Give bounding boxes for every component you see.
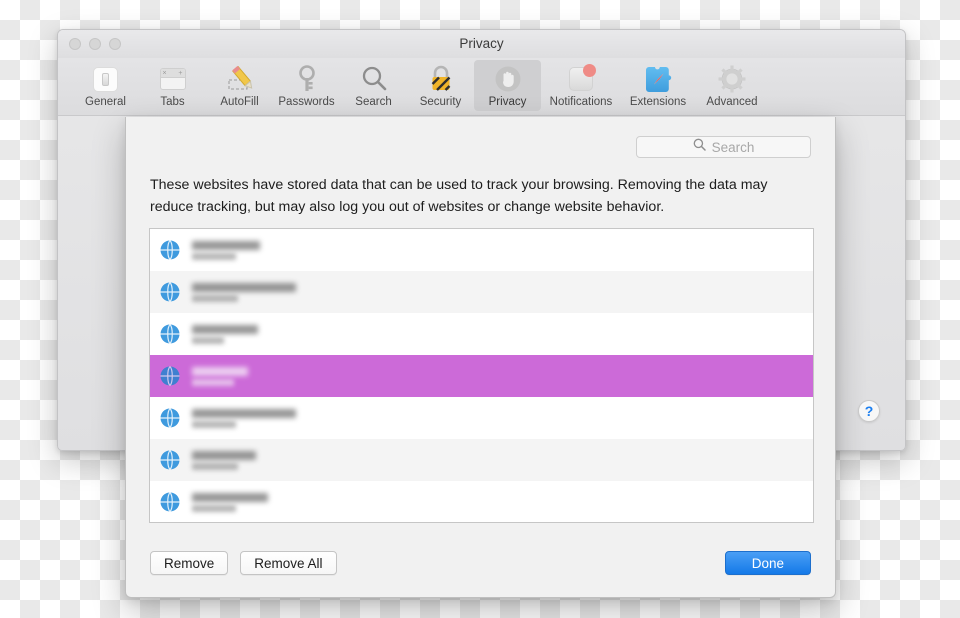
list-item-title-redacted xyxy=(192,324,258,334)
list-item-text xyxy=(192,240,260,260)
toolbar-item-passwords[interactable]: Passwords xyxy=(273,60,340,111)
toolbar-label-tabs: Tabs xyxy=(160,96,185,108)
toolbar-item-autofill[interactable]: AutoFill xyxy=(206,60,273,111)
list-item-detail-redacted xyxy=(192,504,236,512)
toolbar-item-general[interactable]: General xyxy=(72,60,139,111)
list-item-title-redacted xyxy=(192,366,248,376)
remove-button[interactable]: Remove xyxy=(150,551,229,575)
toolbar-item-search[interactable]: Search xyxy=(340,60,407,111)
notification-badge xyxy=(583,64,596,77)
list-item[interactable] xyxy=(150,313,813,355)
website-data-list[interactable] xyxy=(149,228,814,523)
toolbar-label-search: Search xyxy=(355,96,392,108)
search-row: Search xyxy=(126,117,835,158)
list-item[interactable] xyxy=(150,481,813,522)
list-item-detail-redacted xyxy=(192,336,224,344)
globe-icon xyxy=(159,449,181,471)
search-icon xyxy=(693,138,706,156)
list-item-detail-redacted xyxy=(192,420,236,428)
list-item[interactable] xyxy=(150,229,813,271)
list-item-detail-redacted xyxy=(192,252,236,260)
sheet-description: These websites have stored data that can… xyxy=(150,177,768,215)
done-button[interactable]: Done xyxy=(724,551,811,575)
toolbar-label-passwords: Passwords xyxy=(278,96,335,108)
list-item-detail-redacted xyxy=(192,294,238,302)
toolbar-item-tabs[interactable]: × + Tabs xyxy=(139,60,206,111)
toolbar-item-extensions[interactable]: Extensions xyxy=(621,60,695,111)
toolbar-label-privacy: Privacy xyxy=(488,96,527,108)
puzzle-icon xyxy=(642,64,674,94)
toolbar-label-general: General xyxy=(85,96,126,108)
toolbar-label-extensions: Extensions xyxy=(629,96,687,108)
list-item-text xyxy=(192,408,296,428)
general-icon xyxy=(90,64,122,94)
search-placeholder: Search xyxy=(711,139,755,155)
lock-icon xyxy=(425,64,457,94)
list-item-text xyxy=(192,282,296,302)
toolbar-label-advanced: Advanced xyxy=(706,96,758,108)
list-item-text xyxy=(192,492,268,512)
list-item-detail-redacted xyxy=(192,378,234,386)
toolbar-label-notifications: Notifications xyxy=(549,96,613,108)
toolbar-label-security: Security xyxy=(419,96,462,108)
gear-icon xyxy=(716,64,748,94)
list-item-text xyxy=(192,366,248,386)
magnifier-icon xyxy=(358,64,390,94)
list-item-text xyxy=(192,324,258,344)
list-item-title-redacted xyxy=(192,408,296,418)
list-item-text xyxy=(192,450,256,470)
list-item-title-redacted xyxy=(192,240,260,250)
website-data-sheet: Search These websites have stored data t… xyxy=(125,117,836,598)
key-icon xyxy=(291,64,323,94)
preferences-toolbar[interactable]: General × + Tabs AutoFill Passwords Sear… xyxy=(58,58,905,116)
remove-all-button[interactable]: Remove All xyxy=(240,551,337,575)
toolbar-label-autofill: AutoFill xyxy=(220,96,259,108)
toolbar-item-security[interactable]: Security xyxy=(407,60,474,111)
notifications-icon xyxy=(565,64,597,94)
globe-icon xyxy=(159,407,181,429)
list-item-selected[interactable] xyxy=(150,355,813,397)
list-item-title-redacted xyxy=(192,450,256,460)
autofill-icon xyxy=(224,64,256,94)
globe-icon xyxy=(159,323,181,345)
list-item[interactable] xyxy=(150,271,813,313)
toolbar-item-notifications[interactable]: Notifications xyxy=(541,60,621,111)
toolbar-item-advanced[interactable]: Advanced xyxy=(695,60,769,111)
globe-icon xyxy=(159,365,181,387)
help-icon[interactable]: ? xyxy=(858,400,880,422)
window-titlebar: Privacy xyxy=(58,30,905,58)
list-item-title-redacted xyxy=(192,492,268,502)
list-item[interactable] xyxy=(150,439,813,481)
globe-icon xyxy=(159,281,181,303)
globe-icon xyxy=(159,239,181,261)
globe-icon xyxy=(159,491,181,513)
list-item-detail-redacted xyxy=(192,462,238,470)
hand-icon xyxy=(492,64,524,94)
window-title: Privacy xyxy=(459,36,504,51)
tabs-icon: × + xyxy=(157,64,189,94)
toolbar-item-privacy[interactable]: Privacy xyxy=(474,60,541,111)
search-input[interactable]: Search xyxy=(636,136,811,158)
list-item-title-redacted xyxy=(192,282,296,292)
sheet-footer: Remove Remove All Done xyxy=(126,551,835,575)
list-item[interactable] xyxy=(150,397,813,439)
